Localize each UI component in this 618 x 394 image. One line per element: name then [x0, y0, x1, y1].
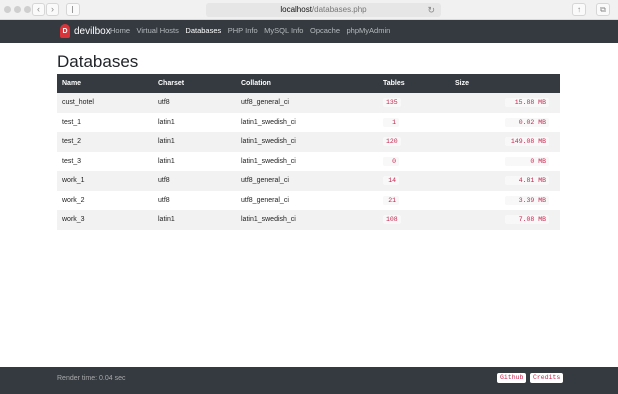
cell-charset: latin1	[158, 157, 175, 165]
cell-collation: latin1_swedish_ci	[241, 138, 296, 146]
cell-size: 15.88 MB	[450, 93, 560, 113]
cell-charset: utf8	[158, 99, 170, 107]
cell-size-value: 4.81 MB	[505, 176, 549, 186]
cell-size: 0 MB	[450, 152, 560, 172]
tabs-button[interactable]: ⧉	[596, 3, 610, 16]
table-row: test_2 latin1 latin1_swedish_ci 120 149.08 M…	[57, 132, 560, 152]
nav-item-home[interactable]: Home	[110, 26, 130, 35]
browser-toolbar: ‹ › localhost/databases.php ↻ ↑ ⧉	[0, 0, 618, 20]
devilbox-logo-icon: D	[60, 24, 70, 38]
header-name: Name	[62, 80, 82, 87]
chevron-right-icon: ›	[51, 4, 54, 14]
cell-name: test_2	[62, 138, 82, 146]
cell-charset: utf8	[158, 177, 170, 185]
cell-tables-value: 120	[383, 137, 401, 147]
cell-name: test_3	[62, 157, 82, 165]
credits-link[interactable]: Credits	[530, 373, 564, 383]
cell-tables: 108	[378, 210, 450, 230]
cell-collation: latin1_swedish_ci	[241, 118, 296, 126]
cell-charset: latin1	[158, 216, 175, 224]
table-row: work_3 latin1 latin1_swedish_ci 108 7.08 MB	[57, 210, 560, 230]
table-row: cust_hotel utf8 utf8_general_ci 135 15.88 MB	[57, 93, 560, 113]
nav-item-virtual-hosts[interactable]: Virtual Hosts	[137, 26, 179, 35]
cell-tables-value: 135	[383, 98, 401, 108]
cell-name: work_1	[62, 177, 85, 185]
cell-collation: utf8_general_ci	[241, 99, 289, 107]
nav-item-phpmyadmin[interactable]: phpMyAdmin	[347, 26, 391, 35]
cell-size-value: 149.08 MB	[505, 137, 549, 147]
cell-charset: latin1	[158, 118, 175, 126]
cell-size: 3.39 MB	[450, 191, 560, 211]
url-host: localhost	[280, 5, 312, 14]
share-button[interactable]: ↑	[572, 3, 586, 16]
header-tables: Tables	[383, 80, 405, 87]
cell-collation: utf8_general_ci	[241, 196, 289, 204]
cell-size: 149.08 MB	[450, 132, 560, 152]
cell-collation: latin1_swedish_ci	[241, 216, 296, 224]
cell-charset: utf8	[158, 196, 170, 204]
table-row: test_1 latin1 latin1_swedish_ci 1 0.02 MB	[57, 113, 560, 133]
nav-item-databases[interactable]: Databases	[185, 26, 221, 35]
cell-size: 4.81 MB	[450, 171, 560, 191]
table-row: work_1 utf8 utf8_general_ci 14 4.81 MB	[57, 171, 560, 191]
cell-size: 0.02 MB	[450, 113, 560, 133]
cell-collation: utf8_general_ci	[241, 177, 289, 185]
page-title: Databases	[57, 52, 139, 71]
header-size: Size	[455, 80, 470, 87]
cell-tables: 1	[378, 113, 450, 133]
cell-tables: 0	[378, 152, 450, 172]
table-row: test_3 latin1 latin1_swedish_ci 0 0 MB	[57, 152, 560, 172]
top-navbar: D devilbox Home Virtual Hosts Databases …	[0, 20, 618, 43]
cell-size: 7.08 MB	[450, 210, 560, 230]
header-collation: Collation	[241, 80, 271, 87]
share-icon: ↑	[577, 5, 581, 14]
reload-icon[interactable]: ↻	[427, 3, 435, 17]
brand-name: devilbox	[74, 25, 111, 37]
cell-tables-value: 1	[383, 117, 399, 127]
cell-tables: 135	[378, 93, 450, 113]
cell-size-value: 3.39 MB	[505, 195, 549, 205]
url-path: /databases.php	[311, 5, 367, 14]
cell-tables-value: 108	[383, 215, 401, 225]
window-minimize-icon[interactable]	[14, 6, 21, 13]
cell-collation: latin1_swedish_ci	[241, 157, 296, 165]
window-zoom-icon[interactable]	[24, 6, 31, 13]
cell-name: work_3	[62, 216, 85, 224]
cell-size-value: 7.08 MB	[505, 215, 549, 225]
cell-size-value: 0.02 MB	[505, 117, 549, 127]
cell-tables-value: 21	[383, 195, 399, 205]
nav-item-mysql-info[interactable]: MySQL Info	[264, 26, 303, 35]
window-close-icon[interactable]	[4, 6, 11, 13]
table-header-row: Name Charset Collation Tables Size	[57, 74, 560, 93]
github-link[interactable]: Github	[497, 373, 527, 383]
nav-item-php-info[interactable]: PHP Info	[228, 26, 258, 35]
cell-name: work_2	[62, 196, 85, 204]
forward-button[interactable]: ›	[46, 3, 59, 16]
render-time: Render time: 0.04 sec	[57, 375, 126, 382]
header-charset: Charset	[158, 80, 185, 87]
table-row: work_2 utf8 utf8_general_ci 21 3.39 MB	[57, 191, 560, 211]
back-button[interactable]: ‹	[32, 3, 45, 16]
nav-links: Home Virtual Hosts Databases PHP Info My…	[110, 26, 397, 35]
cell-size-value: 0 MB	[505, 156, 549, 166]
cell-tables: 14	[378, 171, 450, 191]
cell-tables-value: 14	[383, 176, 399, 186]
brand-link[interactable]: D devilbox	[60, 24, 111, 38]
databases-table: Name Charset Collation Tables Size cust_…	[57, 74, 560, 230]
cell-tables-value: 0	[383, 156, 399, 166]
address-bar[interactable]: localhost/databases.php ↻	[206, 3, 441, 17]
sidebar-toggle-button[interactable]	[66, 3, 80, 16]
cell-tables: 21	[378, 191, 450, 211]
cell-name: test_1	[62, 118, 82, 126]
cell-tables: 120	[378, 132, 450, 152]
footer: Render time: 0.04 sec Github Credits	[0, 367, 618, 394]
chevron-left-icon: ‹	[37, 4, 40, 14]
tabs-icon: ⧉	[600, 5, 606, 14]
cell-name: cust_hotel	[62, 99, 94, 107]
cell-size-value: 15.88 MB	[505, 98, 549, 108]
cell-charset: latin1	[158, 138, 175, 146]
nav-item-opcache[interactable]: Opcache	[310, 26, 340, 35]
